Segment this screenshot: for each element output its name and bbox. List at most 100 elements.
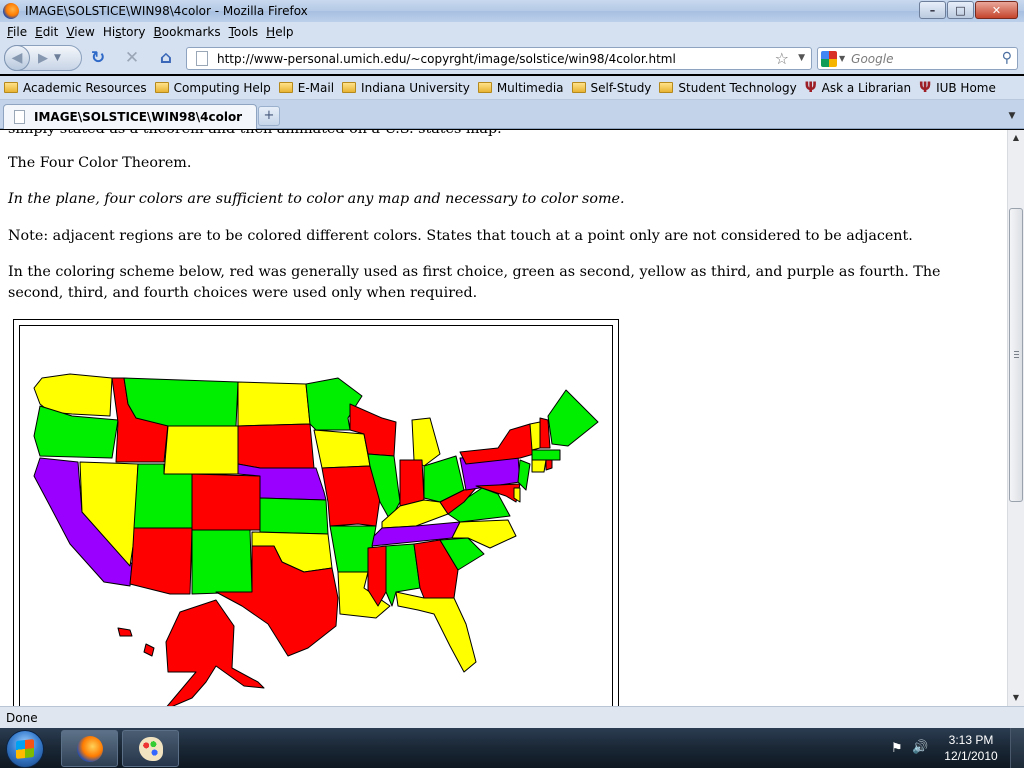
plus-icon: + <box>263 108 275 123</box>
map-canvas <box>19 325 613 706</box>
menu-bookmarks[interactable]: Bookmarks <box>150 25 225 39</box>
reload-icon[interactable]: ↻ <box>88 48 108 68</box>
vertical-scrollbar[interactable]: ▲ ▼ <box>1007 130 1024 706</box>
bookmark-label: Ask a Librarian <box>821 80 912 95</box>
bookmark-student-technology[interactable]: Student Technology <box>659 80 797 95</box>
bookmark-label: Student Technology <box>678 80 797 95</box>
window-title: IMAGE\SOLSTICE\WIN98\4color - Mozilla Fi… <box>25 4 308 18</box>
page-heading: The Four Color Theorem. <box>8 155 192 171</box>
engine-dropdown-icon[interactable]: ▼ <box>839 54 845 63</box>
state-connecticut <box>531 459 547 473</box>
url-dropdown-icon[interactable]: ▼ <box>798 53 805 63</box>
bookmark-ask-a-librarian[interactable]: Ψ Ask a Librarian <box>805 80 911 96</box>
state-arizona <box>129 527 193 595</box>
menu-help-accel: H <box>266 25 276 39</box>
state-vermont <box>529 421 541 451</box>
search-input[interactable]: Google <box>851 52 893 66</box>
state-new-mexico <box>191 529 253 595</box>
list-all-tabs-icon[interactable]: ▼ <box>1004 106 1020 126</box>
title-bar: IMAGE\SOLSTICE\WIN98\4color - Mozilla Fi… <box>0 0 1024 22</box>
scroll-down-icon[interactable]: ▼ <box>1008 690 1024 706</box>
bookmark-label: Self-Study <box>590 80 652 95</box>
state-indiana <box>399 459 425 507</box>
menu-history-label: tory <box>121 25 146 39</box>
volume-icon[interactable]: 🔊 <box>912 740 928 755</box>
menu-help[interactable]: Help <box>262 25 297 39</box>
back-arrow-icon: ◀ <box>11 50 23 66</box>
state-wyoming <box>163 425 239 475</box>
search-icon[interactable]: ⚲ <box>1002 50 1012 66</box>
bookmark-academic-resources[interactable]: Academic Resources <box>4 81 147 95</box>
google-engine-icon[interactable] <box>821 50 837 67</box>
tab-4color[interactable]: IMAGE\SOLSTICE\WIN98\4color <box>3 104 257 129</box>
menu-bookmarks-label: ookmarks <box>161 25 221 39</box>
back-button[interactable]: ◀ <box>4 45 30 71</box>
paint-palette-icon <box>139 737 163 761</box>
state-colorado <box>191 473 261 531</box>
bookmark-email[interactable]: E-Mail <box>278 80 335 95</box>
start-button[interactable] <box>6 730 44 768</box>
forward-arrow-icon: ▶ <box>38 50 48 66</box>
new-tab-button[interactable]: + <box>258 106 280 126</box>
history-dropdown-icon[interactable]: ▼ <box>54 53 61 63</box>
bookmark-self-study[interactable]: Self-Study <box>571 80 652 95</box>
state-north-dakota <box>237 381 311 427</box>
state-hawaii-2 <box>143 643 155 657</box>
url-bar[interactable]: http://www-personal.umich.edu/~copyrght/… <box>186 47 812 70</box>
menu-edit[interactable]: Edit <box>31 25 62 39</box>
page-icon <box>196 51 208 66</box>
state-south-dakota <box>237 423 315 469</box>
windows-logo-icon <box>16 739 34 759</box>
taskbar: ⚑ 🔊 3:13 PM 12/1/2010 <box>0 728 1024 768</box>
theorem-statement: In the plane, four colors are sufficient… <box>8 191 625 207</box>
bookmark-label: Multimedia <box>496 80 564 95</box>
firefox-app-icon <box>3 3 19 19</box>
status-bar: Done <box>0 706 1024 728</box>
status-text: Done <box>6 710 38 725</box>
action-center-flag-icon[interactable]: ⚑ <box>891 741 903 756</box>
menu-view-label: iew <box>74 25 95 39</box>
home-icon[interactable]: ⌂ <box>156 48 176 68</box>
page-icon <box>14 110 25 124</box>
navigation-toolbar: ◀ ▶ ▼ ↻ ✕ ⌂ http://www-personal.umich.ed… <box>0 42 1024 74</box>
us-states-map <box>33 373 599 706</box>
bookmark-indiana-university[interactable]: Indiana University <box>342 81 470 95</box>
state-michigan <box>411 417 441 467</box>
scroll-up-icon[interactable]: ▲ <box>1008 130 1024 146</box>
state-new-york <box>459 423 535 465</box>
bookmark-computing-help[interactable]: Computing Help <box>154 81 271 95</box>
bookmark-multimedia[interactable]: Multimedia <box>477 80 564 95</box>
tab-strip: IMAGE\SOLSTICE\WIN98\4color + ▼ <box>0 100 1024 129</box>
menu-tools[interactable]: Tools <box>225 25 263 39</box>
menu-history[interactable]: History <box>99 25 150 39</box>
bookmark-iub-home[interactable]: Ψ IUB Home <box>919 80 996 96</box>
firefox-icon <box>77 736 103 762</box>
close-button[interactable]: ✕ <box>975 1 1018 19</box>
map-frame <box>13 319 619 706</box>
show-desktop-button[interactable] <box>1010 728 1024 768</box>
folder-icon <box>477 82 492 93</box>
menu-file[interactable]: File <box>3 25 31 39</box>
bookmark-star-icon[interactable]: ☆ <box>775 49 789 68</box>
minimize-button[interactable]: – <box>919 1 946 19</box>
search-bar[interactable]: ▼ Google ⚲ <box>817 47 1018 70</box>
url-text[interactable]: http://www-personal.umich.edu/~copyrght/… <box>217 52 676 66</box>
state-hawaii <box>117 627 133 637</box>
iu-trident-icon: Ψ <box>919 79 932 96</box>
bookmark-label: E-Mail <box>297 80 335 95</box>
scrollbar-thumb[interactable] <box>1009 208 1023 502</box>
tab-label: IMAGE\SOLSTICE\WIN98\4color <box>34 110 243 124</box>
state-maine <box>547 389 599 447</box>
taskbar-firefox-button[interactable] <box>61 730 118 767</box>
taskbar-paint-button[interactable] <box>122 730 179 767</box>
coloring-scheme-text: In the coloring scheme below, red was ge… <box>8 264 941 301</box>
maximize-button[interactable]: □ <box>947 1 974 19</box>
forward-button[interactable]: ▶ <box>38 51 48 66</box>
folder-icon <box>154 82 169 93</box>
state-florida <box>395 591 477 673</box>
stop-icon[interactable]: ✕ <box>122 48 142 68</box>
menu-file-label: ile <box>13 25 28 39</box>
menu-view[interactable]: View <box>62 25 98 39</box>
clock[interactable]: 3:13 PM 12/1/2010 <box>941 732 1001 764</box>
clock-date: 12/1/2010 <box>944 749 998 763</box>
